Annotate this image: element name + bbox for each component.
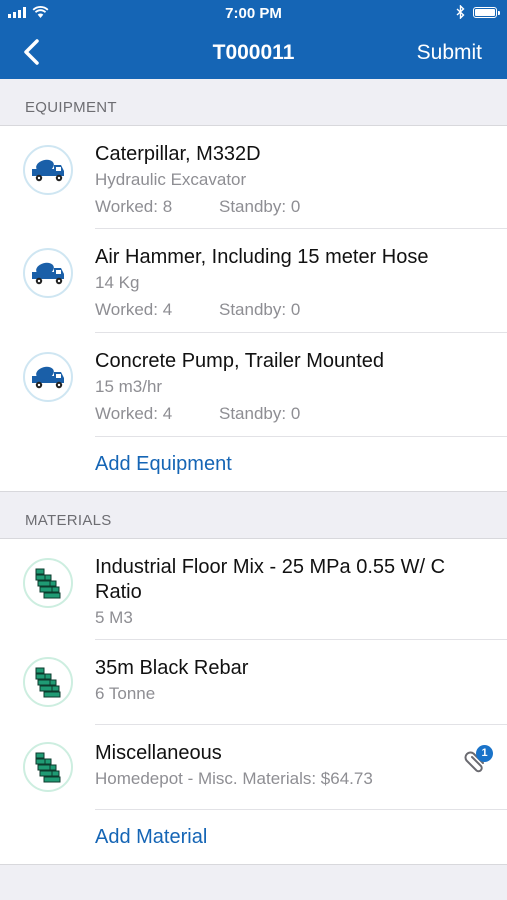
material-name: 35m Black Rebar bbox=[95, 657, 249, 679]
submit-button[interactable]: Submit bbox=[417, 41, 482, 65]
standby-hours: Standby: 0 bbox=[219, 197, 301, 216]
equipment-description: Hydraulic Excavator bbox=[95, 170, 247, 189]
equipment-row[interactable]: Air Hammer, Including 15 meter Hose 14 K… bbox=[0, 229, 507, 333]
status-bar: 7:00 PM bbox=[0, 0, 507, 27]
app-header: 7:00 PM T000011 Submit bbox=[0, 0, 507, 79]
brick-wall-icon bbox=[23, 742, 73, 792]
attachment-button[interactable]: 1 bbox=[459, 745, 493, 779]
worked-hours: Worked: 4 bbox=[95, 300, 173, 319]
attachment-count-badge: 1 bbox=[476, 745, 493, 762]
brick-wall-icon bbox=[23, 657, 73, 707]
material-quantity: 6 Tonne bbox=[95, 684, 156, 703]
material-name: Industrial Floor Mix - 25 MPa 0.55 W/ C … bbox=[95, 556, 446, 603]
nav-bar: T000011 Submit bbox=[0, 27, 507, 79]
materials-list: Industrial Floor Mix - 25 MPa 0.55 W/ C … bbox=[0, 539, 507, 865]
add-material-button[interactable]: Add Material bbox=[95, 826, 207, 848]
add-equipment-button[interactable]: Add Equipment bbox=[95, 453, 232, 475]
equipment-name: Caterpillar, M332D bbox=[95, 143, 261, 165]
material-row[interactable]: 35m Black Rebar 6 Tonne bbox=[0, 640, 507, 725]
concrete-mixer-truck-icon bbox=[23, 352, 73, 402]
material-quantity: 5 M3 bbox=[95, 608, 133, 627]
equipment-section-header: EQUIPMENT bbox=[0, 79, 507, 126]
material-row[interactable]: Miscellaneous Homedepot - Misc. Material… bbox=[0, 725, 507, 810]
equipment-row[interactable]: Caterpillar, M332D Hydraulic Excavator W… bbox=[0, 126, 507, 229]
worked-hours: Worked: 8 bbox=[95, 197, 173, 216]
bluetooth-icon bbox=[456, 5, 465, 19]
equipment-description: 14 Kg bbox=[95, 273, 140, 292]
material-row[interactable]: Industrial Floor Mix - 25 MPa 0.55 W/ C … bbox=[0, 539, 507, 640]
equipment-list: Caterpillar, M332D Hydraulic Excavator W… bbox=[0, 126, 507, 492]
standby-hours: Standby: 0 bbox=[219, 404, 301, 423]
material-quantity: Homedepot - Misc. Materials: $64.73 bbox=[95, 769, 373, 788]
concrete-mixer-truck-icon bbox=[23, 248, 73, 298]
concrete-mixer-truck-icon bbox=[23, 145, 73, 195]
worked-hours: Worked: 4 bbox=[95, 404, 173, 423]
equipment-description: 15 m3/hr bbox=[95, 377, 163, 396]
equipment-name: Air Hammer, Including 15 meter Hose bbox=[95, 246, 429, 268]
battery-icon bbox=[473, 6, 500, 18]
materials-section-header: MATERIALS bbox=[0, 492, 507, 539]
status-time: 7:00 PM bbox=[225, 5, 282, 22]
equipment-name: Concrete Pump, Trailer Mounted bbox=[95, 350, 385, 372]
brick-wall-icon bbox=[23, 558, 73, 608]
equipment-row[interactable]: Concrete Pump, Trailer Mounted 15 m3/hr … bbox=[0, 333, 507, 437]
material-name: Miscellaneous bbox=[95, 742, 222, 764]
standby-hours: Standby: 0 bbox=[219, 300, 301, 319]
